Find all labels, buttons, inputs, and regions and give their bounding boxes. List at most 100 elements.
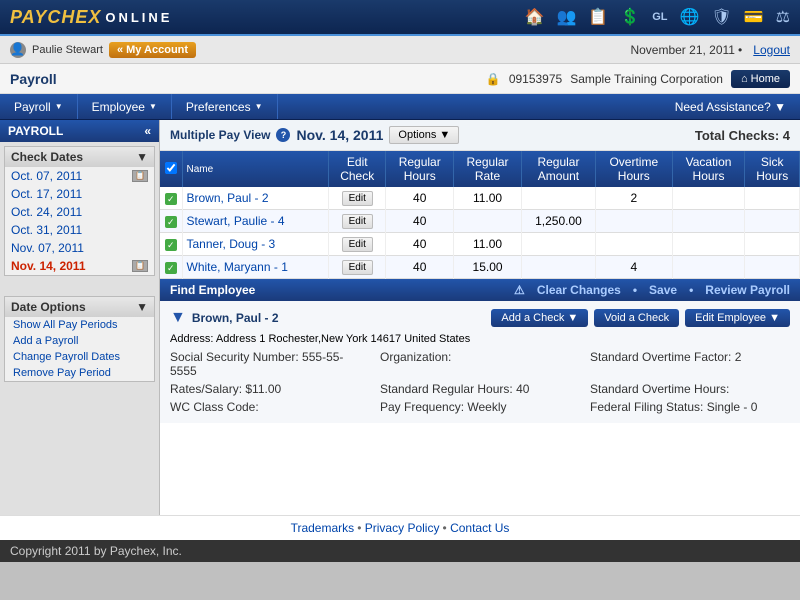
date-item[interactable]: Oct. 07, 2011 📋 (5, 167, 154, 185)
my-account-button[interactable]: « My Account (109, 42, 196, 58)
reports-icon[interactable]: 📋 (588, 7, 608, 27)
footer-links: Trademarks • Privacy Policy • Contact Us (0, 515, 800, 540)
username-label: Paulie Stewart (32, 44, 103, 56)
help-icon[interactable]: ? (276, 128, 290, 142)
clear-changes-link[interactable]: Clear Changes (537, 283, 621, 297)
federal-value: Single - 0 (707, 400, 758, 414)
edit-check-button[interactable]: Edit (342, 214, 373, 229)
row-check-icon[interactable]: ✓ (165, 262, 177, 274)
sidebar-title: PAYROLL « (0, 120, 159, 142)
remove-pay-period-option[interactable]: Remove Pay Period (5, 365, 154, 381)
vac-hours-cell (672, 233, 745, 256)
date-area: November 21, 2011 • Logout (630, 43, 790, 57)
find-employee-bar: Find Employee ⚠ Clear Changes • Save • R… (160, 279, 800, 301)
reg-hours-cell: 40 (386, 187, 454, 210)
pay-icon[interactable]: 💲 (620, 7, 640, 27)
nav-preferences[interactable]: Preferences ▼ (172, 94, 278, 119)
employee-name-cell: Stewart, Paulie - 4 (182, 210, 329, 233)
pay-freq-row: Pay Frequency: Weekly (380, 399, 580, 415)
payroll-section-title: Payroll (10, 71, 57, 87)
row-checkbox-cell: ✓ (160, 210, 182, 233)
nav-bar: Payroll ▼ Employee ▼ Preferences ▼ Need … (0, 94, 800, 120)
sidebar: PAYROLL « Check Dates ▼ Oct. 07, 2011 📋 … (0, 120, 160, 515)
logout-link[interactable]: Logout (753, 43, 790, 57)
total-checks-label: Total Checks: 4 (695, 128, 790, 143)
people-icon[interactable]: 👥 (556, 7, 576, 27)
logo-online: ONLINE (105, 10, 172, 25)
globe-icon[interactable]: 🌐 (680, 7, 700, 27)
warning-icon: ⚠ (514, 283, 525, 297)
options-button[interactable]: Options ▼ (389, 126, 459, 144)
org-row: Organization: (380, 349, 580, 379)
date-value: Nov. 07, 2011 (11, 241, 84, 255)
main-content: PAYROLL « Check Dates ▼ Oct. 07, 2011 📋 … (0, 120, 800, 515)
std-hours-value: 40 (516, 382, 529, 396)
find-sep1: • (633, 283, 637, 297)
employee-expand-icon[interactable]: ▼ (170, 309, 186, 327)
contact-us-link[interactable]: Contact Us (450, 521, 509, 535)
employee-action-buttons: Add a Check ▼ Void a Check Edit Employee… (491, 309, 790, 327)
app-header: PAYCHEX ONLINE 🏠 👥 📋 💲 GL 🌐 🛡 💳 ⚖ (0, 0, 800, 36)
std-ot-value: 2 (735, 350, 742, 364)
date-print-icon-2[interactable]: 📋 (132, 260, 148, 272)
check-dates-header[interactable]: Check Dates ▼ (5, 147, 154, 167)
vac-hours-cell (672, 187, 745, 210)
employee-info-grid: Social Security Number: 555-55-5555 Orga… (170, 349, 790, 415)
reg-amount-cell (521, 187, 595, 210)
need-assistance-button[interactable]: Need Assistance? ▼ (661, 94, 800, 119)
reg-rate-cell: 11.00 (454, 187, 522, 210)
edit-employee-button[interactable]: Edit Employee ▼ (685, 309, 790, 327)
row-checkbox-cell: ✓ (160, 256, 182, 279)
ssn-row: Social Security Number: 555-55-5555 (170, 349, 370, 379)
balance-icon[interactable]: ⚖ (776, 7, 790, 27)
review-payroll-link[interactable]: Review Payroll (705, 283, 790, 297)
employee-nav-arrow: ▼ (149, 102, 157, 111)
nav-employee[interactable]: Employee ▼ (78, 94, 172, 119)
select-all-checkbox[interactable] (165, 162, 177, 174)
date-item[interactable]: Oct. 31, 2011 (5, 221, 154, 239)
row-check-icon[interactable]: ✓ (165, 193, 177, 205)
employee-name-cell: Tanner, Doug - 3 (182, 233, 329, 256)
change-payroll-dates-option[interactable]: Change Payroll Dates (5, 349, 154, 365)
content-header: Multiple Pay View ? Nov. 14, 2011 Option… (160, 120, 800, 151)
home-button[interactable]: ⌂ Home (731, 70, 790, 88)
card-icon[interactable]: 💳 (744, 7, 764, 27)
edit-check-button[interactable]: Edit (342, 191, 373, 206)
lock-icon: 🔒 (486, 72, 501, 86)
row-check-icon[interactable]: ✓ (165, 216, 177, 228)
company-name: Sample Training Corporation (570, 72, 723, 86)
regular-amount-column-header: RegularAmount (521, 151, 595, 187)
show-all-periods-option[interactable]: Show All Pay Periods (5, 317, 154, 333)
reg-rate-cell: 11.00 (454, 233, 522, 256)
row-checkbox-cell: ✓ (160, 233, 182, 256)
date-item[interactable]: Oct. 24, 2011 (5, 203, 154, 221)
sidebar-collapse-icon[interactable]: « (144, 124, 151, 138)
trademarks-link[interactable]: Trademarks (291, 521, 355, 535)
add-payroll-option[interactable]: Add a Payroll (5, 333, 154, 349)
employee-name-cell: White, Maryann - 1 (182, 256, 329, 279)
date-item-selected[interactable]: Nov. 14, 2011 📋 (5, 257, 154, 275)
overtime-hours-column-header: OvertimeHours (595, 151, 672, 187)
edit-check-column-header: EditCheck (329, 151, 386, 187)
gl-icon[interactable]: GL (652, 11, 667, 23)
nav-payroll[interactable]: Payroll ▼ (0, 94, 78, 119)
edit-check-button[interactable]: Edit (342, 260, 373, 275)
date-item[interactable]: Oct. 17, 2011 (5, 185, 154, 203)
company-bar: Payroll 🔒 09153975 Sample Training Corpo… (0, 64, 800, 94)
add-check-button[interactable]: Add a Check ▼ (491, 309, 588, 327)
check-dates-toggle-icon: ▼ (136, 150, 148, 164)
reg-rate-cell: 15.00 (454, 256, 522, 279)
row-check-icon[interactable]: ✓ (165, 239, 177, 251)
date-print-icon[interactable]: 📋 (132, 170, 148, 182)
date-item[interactable]: Nov. 07, 2011 (5, 239, 154, 257)
date-options-header[interactable]: Date Options ▼ (5, 297, 154, 317)
save-link[interactable]: Save (649, 283, 677, 297)
edit-check-button[interactable]: Edit (342, 237, 373, 252)
privacy-policy-link[interactable]: Privacy Policy (365, 521, 440, 535)
ot-hours-cell (595, 210, 672, 233)
check-dates-section: Check Dates ▼ Oct. 07, 2011 📋 Oct. 17, 2… (4, 146, 155, 276)
void-check-button[interactable]: Void a Check (594, 309, 679, 327)
sick-hours-cell (745, 256, 800, 279)
home-nav-icon[interactable]: 🏠 (525, 7, 545, 27)
shield-icon[interactable]: 🛡 (711, 7, 731, 27)
